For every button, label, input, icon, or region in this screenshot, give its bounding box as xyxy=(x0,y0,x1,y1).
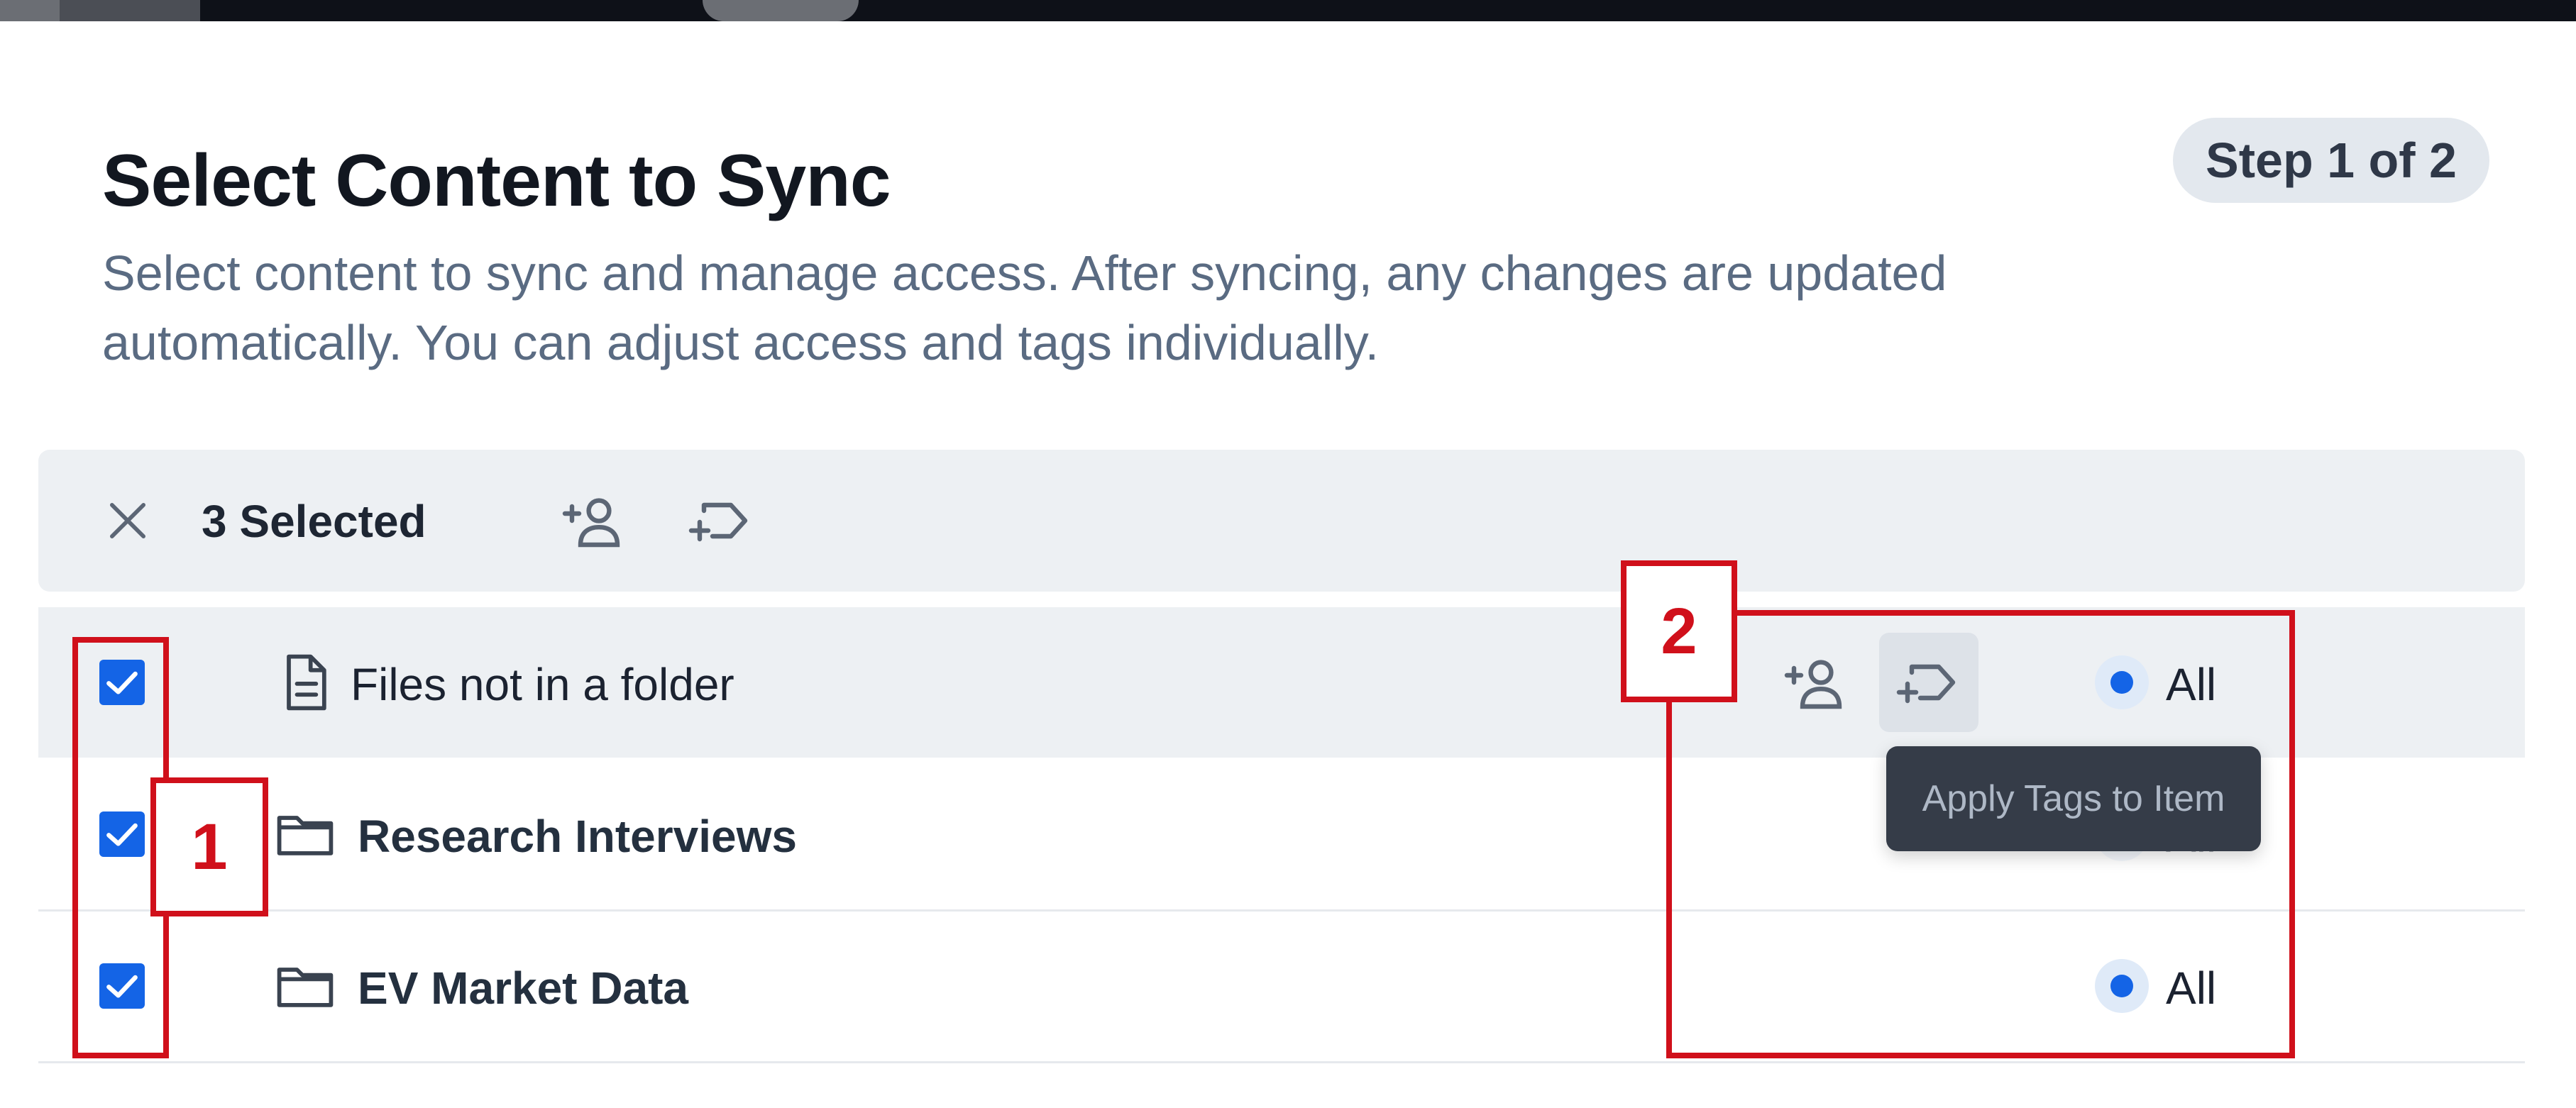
row-label: EV Market Data xyxy=(358,963,688,1014)
add-user-icon[interactable] xyxy=(559,488,627,556)
page-title: Select Content to Sync xyxy=(102,140,891,222)
add-tag-icon[interactable] xyxy=(687,488,755,556)
selected-count: 3 Selected xyxy=(202,496,426,547)
row-label: Research Interviews xyxy=(358,811,797,862)
annotation-label-1: 1 xyxy=(150,777,268,916)
top-bar-segment xyxy=(0,0,60,21)
folder-icon xyxy=(273,953,338,1019)
top-bar-handle xyxy=(703,0,859,21)
file-icon xyxy=(273,650,338,715)
step-badge: Step 1 of 2 xyxy=(2173,118,2489,203)
row-label: Files not in a folder xyxy=(351,659,734,710)
selection-toolbar: 3 Selected xyxy=(38,450,2525,592)
folder-icon xyxy=(273,802,338,867)
close-icon[interactable] xyxy=(101,494,155,548)
annotation-box-2 xyxy=(1666,610,2295,1058)
annotation-label-2: 2 xyxy=(1621,560,1737,702)
page-subtitle: Select content to sync and manage access… xyxy=(102,245,1947,370)
app-top-bar xyxy=(0,0,2576,21)
